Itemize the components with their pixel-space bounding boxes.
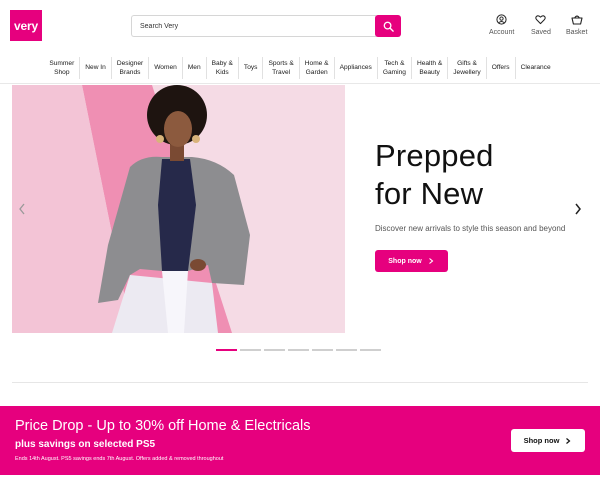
basket-link[interactable]: Basket — [566, 14, 587, 36]
nav-item-label-line1: Appliances — [339, 64, 372, 71]
hero-shop-now-button[interactable]: Shop now — [375, 250, 448, 272]
hero-title-line1: Prepped — [375, 138, 494, 173]
very-logo[interactable]: very — [10, 10, 42, 41]
nav-item-sports-and-travel[interactable]: Sports & Travel — [263, 56, 300, 79]
nav-item-label-line2: Beauty — [419, 68, 440, 76]
nav-item-summer-shop[interactable]: Summer Shop — [44, 56, 81, 79]
chevron-right-icon — [566, 437, 571, 444]
carousel-dot[interactable] — [312, 349, 333, 351]
nav-item-label: Toys — [244, 63, 258, 72]
nav-item-label-line1: Tech & — [384, 59, 405, 67]
nav-item-label: New In — [85, 63, 106, 72]
promo-shop-now-button[interactable]: Shop now — [511, 429, 585, 452]
nav-item-label-line1: Designer — [116, 59, 144, 67]
nav-item-label-line1: Summer — [49, 59, 75, 67]
nav-item-women[interactable]: Women — [149, 56, 183, 79]
nav-item-toys[interactable]: Toys — [239, 56, 264, 79]
hero-copy: Prepped for New Discover new arrivals to… — [375, 137, 575, 272]
promo-title: Price Drop - Up to 30% off Home & Electr… — [15, 418, 311, 434]
nav-item-label: Designer Brands — [117, 59, 143, 77]
nav-item-label-line2: Jewellery — [453, 68, 481, 76]
site-header: very Account Saved Basket — [0, 0, 600, 52]
hero-title: Prepped for New — [375, 137, 575, 213]
nav-item-label: Baby & Kids — [212, 59, 233, 77]
nav-item-label: Offers — [492, 63, 510, 72]
nav-item-label-line1: Baby & — [211, 59, 233, 67]
nav-item-label: Women — [154, 63, 177, 72]
promo-subtitle: plus savings on selected PS5 — [15, 439, 156, 450]
nav-item-label-line1: Health & — [416, 59, 443, 67]
nav-item-label-line1: Sports & — [268, 59, 294, 67]
nav-item-clearance[interactable]: Clearance — [516, 57, 556, 79]
carousel-dot[interactable] — [264, 349, 285, 351]
heart-icon — [535, 15, 547, 25]
nav-item-label: Health & Beauty — [417, 59, 442, 77]
section-divider — [12, 382, 588, 383]
hero-model-image — [12, 85, 345, 333]
nav-item-label: Tech & Gaming — [383, 59, 406, 77]
nav-item-appliances[interactable]: Appliances — [335, 56, 378, 79]
nav-item-label-line2: Kids — [215, 68, 229, 76]
promo-banner[interactable]: Price Drop - Up to 30% off Home & Electr… — [0, 406, 600, 475]
carousel-pagination — [216, 349, 381, 351]
hero-cta-label: Shop now — [388, 257, 422, 265]
main-navigation: Summer Shop New In Designer Brands Women Men Ba… — [0, 52, 600, 84]
promo-small-print: Ends 14th August. PS5 savings ends 7th A… — [15, 456, 224, 462]
nav-item-label: Home & Garden — [305, 59, 329, 77]
nav-item-label-line1: New In — [85, 64, 106, 71]
nav-item-label: Appliances — [340, 63, 372, 72]
nav-item-label-line2: Shop — [54, 68, 70, 76]
saved-label: Saved — [531, 29, 551, 36]
chevron-right-icon — [428, 258, 434, 264]
nav-item-label-line2: Gaming — [382, 68, 406, 76]
search-input[interactable] — [131, 15, 376, 37]
carousel-dot[interactable] — [240, 349, 261, 351]
nav-item-label-line1: Women — [154, 64, 177, 71]
promo-cta-label: Shop now — [523, 436, 560, 445]
nav-item-tech-and-gaming[interactable]: Tech & Gaming — [378, 56, 412, 79]
hero-title-line2: for New — [375, 176, 484, 211]
nav-item-health-and-beauty[interactable]: Health & Beauty — [412, 56, 449, 79]
hero-subtitle: Discover new arrivals to style this seas… — [375, 224, 566, 233]
carousel-dot[interactable] — [336, 349, 357, 351]
nav-item-label-line1: Offers — [491, 64, 510, 71]
chevron-left-icon[interactable] — [18, 203, 26, 215]
carousel-dot[interactable] — [288, 349, 309, 351]
saved-link[interactable]: Saved — [531, 14, 551, 36]
nav-item-label: Summer Shop — [49, 59, 74, 77]
nav-item-label-line2: Brands — [119, 68, 141, 76]
account-link[interactable]: Account — [489, 14, 514, 36]
nav-item-home-and-garden[interactable]: Home & Garden — [300, 56, 335, 79]
carousel-dot[interactable] — [216, 349, 237, 351]
carousel-dot[interactable] — [360, 349, 381, 351]
nav-item-designer-brands[interactable]: Designer Brands — [112, 56, 150, 79]
hero-image[interactable] — [12, 85, 345, 333]
basket-label: Basket — [566, 29, 588, 36]
basket-icon — [571, 15, 583, 25]
nav-item-label-line2: Garden — [305, 68, 328, 76]
nav-item-men[interactable]: Men — [183, 56, 207, 79]
nav-item-label-line1: Toys — [243, 64, 258, 71]
nav-item-label-line1: Gifts & — [457, 59, 477, 67]
nav-item-label-line1: Clearance — [520, 64, 551, 71]
search-button[interactable] — [375, 15, 401, 37]
nav-item-offers[interactable]: Offers — [487, 56, 516, 79]
chevron-right-icon[interactable] — [574, 203, 582, 215]
nav-item-label: Men — [188, 63, 201, 72]
nav-item-label-line2: Travel — [272, 68, 291, 76]
nav-item-baby-and-kids[interactable]: Baby & Kids — [207, 56, 239, 79]
account-icon — [496, 14, 507, 25]
account-label: Account — [489, 29, 515, 36]
nav-item-new-in[interactable]: New In — [80, 56, 112, 79]
nav-item-label: Gifts & Jewellery — [453, 59, 480, 77]
hero-carousel: Prepped for New Discover new arrivals to… — [12, 85, 588, 333]
search-bar — [131, 15, 401, 37]
nav-item-label: Sports & Travel — [268, 59, 293, 77]
nav-item-gifts-and-jewellery[interactable]: Gifts & Jewellery — [448, 56, 487, 79]
nav-item-label-line1: Home & — [304, 59, 329, 67]
search-icon — [383, 21, 394, 32]
nav-item-label-line1: Men — [187, 64, 201, 71]
nav-item-label: Clearance — [521, 63, 551, 72]
